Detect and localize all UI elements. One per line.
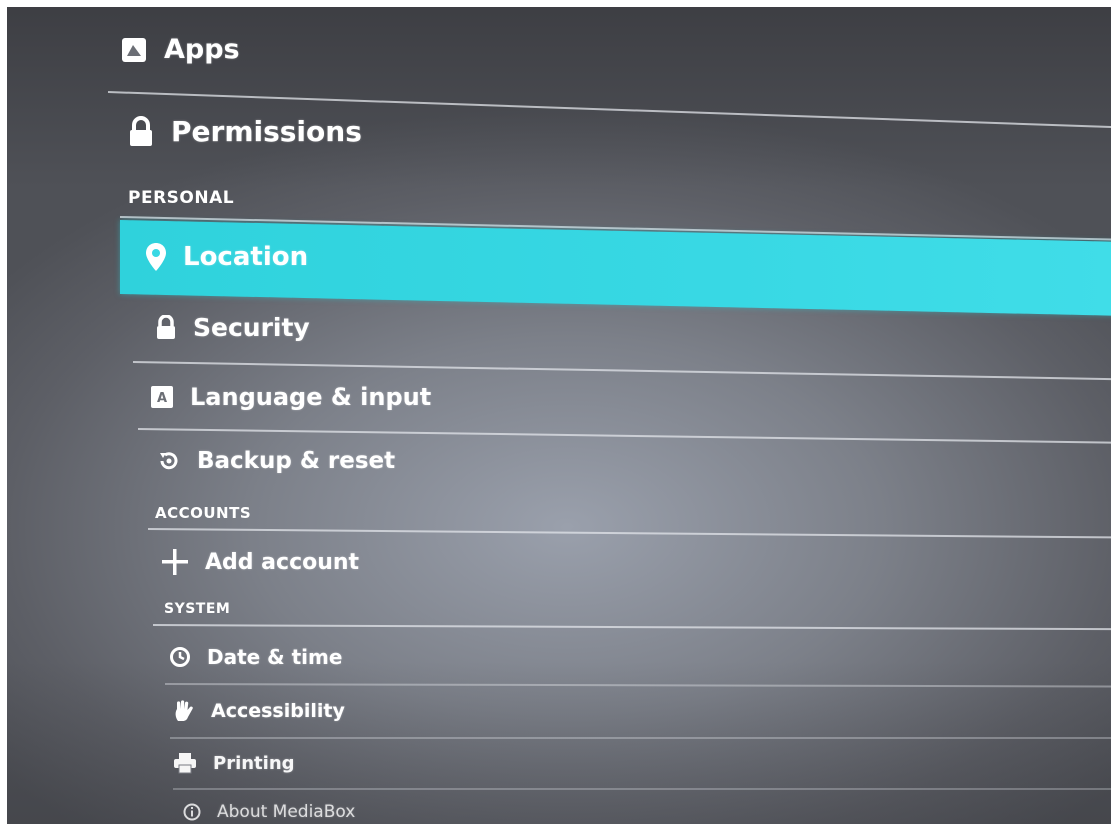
divider [152, 624, 1111, 631]
settings-screen: Apps Permissions PERSONAL Location Secur… [7, 7, 1111, 824]
settings-item-label: Backup & reset [197, 448, 396, 474]
settings-item-add-account[interactable]: Add account [161, 548, 359, 576]
lock-icon [155, 314, 177, 341]
settings-item-label: Date & time [207, 645, 343, 669]
settings-item-label: Location [183, 242, 309, 272]
settings-item-security[interactable]: Security [155, 313, 310, 342]
settings-item-label: Add account [205, 549, 360, 575]
settings-item-label: Permissions [171, 115, 362, 148]
keyboard-icon: A [150, 385, 174, 409]
settings-item-label: Printing [213, 752, 295, 774]
backup-restore-icon [157, 449, 181, 473]
divider [132, 361, 1111, 381]
divider [173, 788, 1111, 790]
hand-icon [173, 699, 195, 723]
settings-item-apps[interactable]: Apps [120, 34, 240, 65]
lock-icon [127, 115, 155, 148]
settings-item-label: Apps [164, 34, 240, 65]
section-header-accounts: ACCOUNTS [155, 504, 252, 522]
settings-item-date-time[interactable]: Date & time [169, 645, 342, 669]
settings-item-location[interactable]: Location [145, 242, 308, 272]
settings-item-language-input[interactable]: A Language & input [150, 383, 431, 411]
settings-item-label: About MediaBox [217, 802, 356, 822]
settings-item-accessibility[interactable]: Accessibility [173, 699, 345, 723]
divider [147, 528, 1111, 539]
divider [164, 683, 1111, 688]
settings-item-about[interactable]: About MediaBox [183, 802, 355, 822]
printer-icon [173, 752, 197, 774]
section-header-system: SYSTEM [164, 601, 231, 617]
settings-item-backup-reset[interactable]: Backup & reset [157, 448, 395, 474]
location-pin-icon [145, 242, 167, 272]
apps-icon [120, 36, 148, 64]
settings-item-permissions[interactable]: Permissions [127, 115, 362, 148]
clock-icon [169, 646, 191, 668]
section-header-personal: PERSONAL [128, 188, 235, 208]
settings-item-printing[interactable]: Printing [173, 752, 295, 774]
svg-text:A: A [157, 391, 167, 406]
plus-icon [161, 548, 189, 576]
divider [170, 737, 1111, 739]
info-icon [183, 803, 201, 821]
settings-item-label: Accessibility [211, 700, 345, 722]
divider [137, 428, 1111, 444]
settings-item-label: Security [193, 313, 310, 342]
settings-item-label: Language & input [190, 383, 432, 411]
